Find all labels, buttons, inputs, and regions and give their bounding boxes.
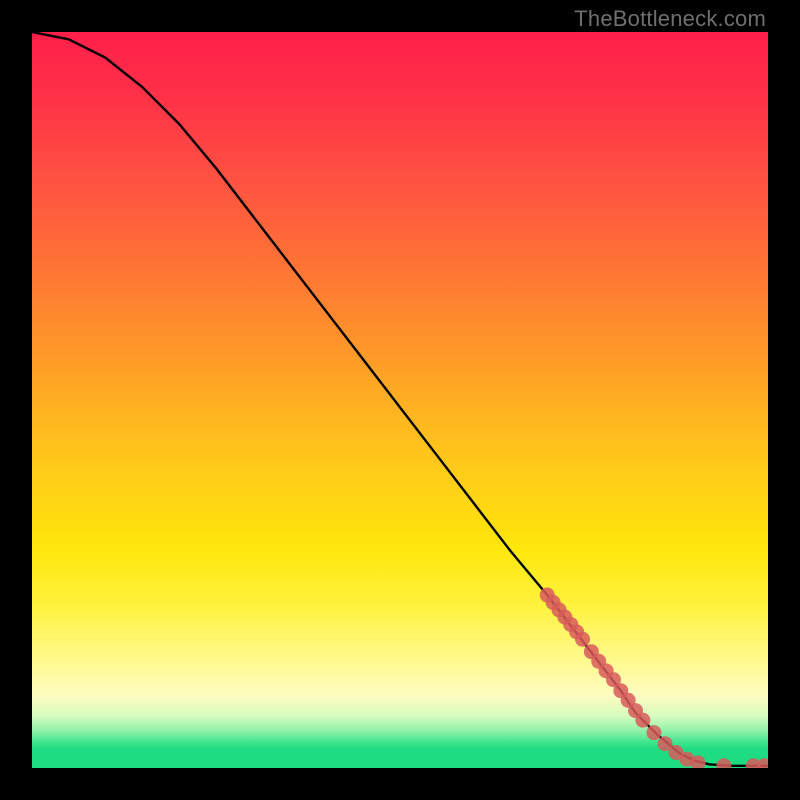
chart-container: TheBottleneck.com [0, 0, 800, 800]
plot-area [32, 32, 768, 768]
background-gradient [32, 32, 768, 768]
attribution-label: TheBottleneck.com [574, 6, 766, 32]
